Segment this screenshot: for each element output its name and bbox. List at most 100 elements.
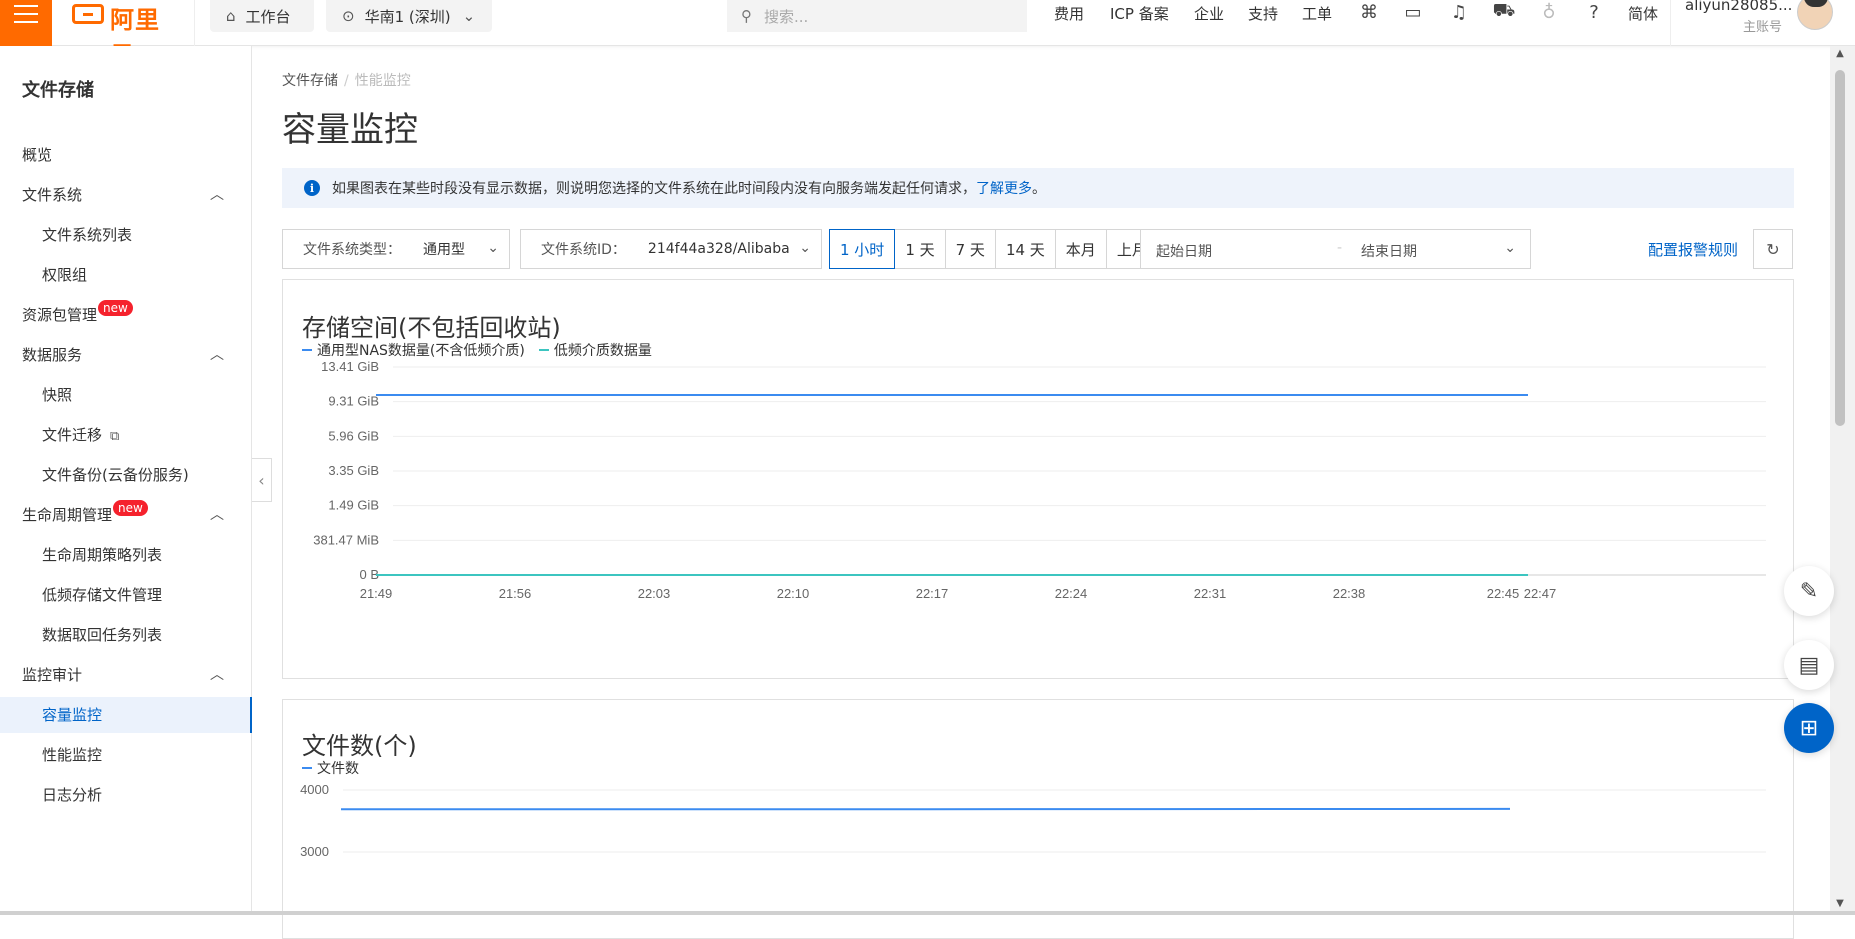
sidebar-group-lifecycle[interactable]: 生命周期管理new︿ xyxy=(0,497,252,533)
configure-alarm-link[interactable]: 配置报警规则 xyxy=(1648,239,1738,260)
breadcrumb-item[interactable]: 文件存储 xyxy=(282,73,338,89)
fs-id-value: 214f44a328/Alibaba xyxy=(648,241,790,257)
nav-link-support[interactable]: 支持 xyxy=(1248,3,1278,24)
y-tick-label: 9.31 GiB xyxy=(328,394,379,409)
file-count-chart-svg: 40003000 xyxy=(283,700,1793,938)
sidebar-group-data-service[interactable]: 数据服务 ︿ xyxy=(0,337,252,373)
api-icon[interactable]: ⌘ xyxy=(1358,1,1380,23)
time-range-group: 1 小时 1 天 7 天 14 天 本月 上月 xyxy=(830,229,1158,269)
user-account-menu[interactable]: aliyun28085... 主账号 xyxy=(1670,0,1855,46)
chevron-up-icon: ︿ xyxy=(210,497,224,533)
lightbulb-icon[interactable]: ♁ xyxy=(1538,1,1560,23)
breadcrumb: 文件存储 / 性能监控 xyxy=(282,70,411,90)
sidebar-item-data-retrieval-tasks[interactable]: 数据取回任务列表 xyxy=(0,617,252,653)
fs-type-select[interactable]: 文件系统类型： 通用型 ⌄ xyxy=(282,229,510,269)
logo-mark-icon xyxy=(72,4,104,24)
nav-link-enterprise[interactable]: 企业 xyxy=(1194,3,1224,24)
chat-icon: ▤ xyxy=(1799,653,1820,678)
workbench-button[interactable]: ⌂ 工作台 xyxy=(210,0,314,32)
sidebar-item-performance-monitoring[interactable]: 性能监控 xyxy=(0,737,252,773)
y-tick-label: 13.41 GiB xyxy=(321,359,379,374)
learn-more-link[interactable]: 了解更多 xyxy=(976,178,1032,198)
sidebar-item-label: 文件系统列表 xyxy=(42,226,132,244)
search-input[interactable]: ⚲ 搜索... xyxy=(727,0,1027,32)
user-name: aliyun28085... xyxy=(1685,0,1792,14)
edit-icon: ✎ xyxy=(1800,579,1818,604)
sidebar-item-snapshot[interactable]: 快照 xyxy=(0,377,252,413)
refresh-button[interactable]: ↻ xyxy=(1753,229,1793,269)
range-1h-button[interactable]: 1 小时 xyxy=(829,229,895,269)
x-tick-label: 22:47 xyxy=(1524,586,1557,601)
scroll-down-arrow[interactable]: ▼ xyxy=(1834,898,1846,909)
nav-link-ticket[interactable]: 工单 xyxy=(1302,3,1332,24)
chat-button[interactable]: ▤ xyxy=(1784,640,1834,690)
hamburger-menu-button[interactable] xyxy=(0,0,52,46)
sidebar-item-file-backup[interactable]: 文件备份(云备份服务) xyxy=(0,457,252,493)
nav-link-icp[interactable]: ICP 备案 xyxy=(1110,3,1169,24)
scrollbar-thumb[interactable] xyxy=(1835,70,1845,426)
end-date-input[interactable]: 结束日期 xyxy=(1361,241,1417,261)
sidebar-item-label: 数据服务 xyxy=(22,346,82,364)
sidebar-group-monitoring-audit[interactable]: 监控审计︿ xyxy=(0,657,252,693)
language-switch[interactable]: 简体 xyxy=(1628,3,1658,24)
fs-id-label: 文件系统ID： xyxy=(541,239,626,259)
chevron-up-icon: ︿ xyxy=(210,337,224,373)
x-tick-label: 22:45 xyxy=(1487,586,1520,601)
start-date-input[interactable]: 起始日期 xyxy=(1156,241,1212,261)
sidebar-item-permission-group[interactable]: 权限组 xyxy=(0,257,252,293)
workbench-label: 工作台 xyxy=(246,6,291,27)
sidebar-item-capacity-monitoring[interactable]: 容量监控 xyxy=(0,697,252,733)
sidebar-item-file-migration[interactable]: 文件迁移⧉ xyxy=(0,417,252,453)
page-title: 容量监控 xyxy=(282,102,418,151)
sidebar-item-file-system-list[interactable]: 文件系统列表 xyxy=(0,217,252,253)
scroll-up-arrow[interactable]: ▲ xyxy=(1834,48,1846,59)
sidebar-item-ia-file-management[interactable]: 低频存储文件管理 xyxy=(0,577,252,613)
sidebar-item-label: 生命周期策略列表 xyxy=(42,546,162,564)
refresh-icon: ↻ xyxy=(1766,240,1779,259)
divider xyxy=(194,0,195,46)
breadcrumb-current: 性能监控 xyxy=(355,73,411,89)
range-14d-button[interactable]: 14 天 xyxy=(995,229,1056,269)
aliyun-logo[interactable]: 阿里云 xyxy=(72,0,182,30)
region-label: 华南1 (深圳) xyxy=(365,6,451,27)
info-icon: i xyxy=(304,180,320,196)
sidebar-item-resource-package[interactable]: 资源包管理new xyxy=(0,297,252,333)
apps-grid-icon: ⊞ xyxy=(1800,716,1818,741)
info-notice: i 如果图表在某些时段没有显示数据，则说明您选择的文件系统在此时间段内没有向服务… xyxy=(282,168,1794,208)
apps-button[interactable]: ⊞ xyxy=(1784,703,1834,753)
sidebar-item-label: 生命周期管理 xyxy=(22,506,112,524)
sidebar-group-file-system[interactable]: 文件系统︿ xyxy=(0,177,252,213)
terminal-icon[interactable]: ▭ xyxy=(1402,1,1424,23)
x-tick-label: 22:03 xyxy=(638,586,671,601)
main-content: 文件存储 / 性能监控 容量监控 i 如果图表在某些时段没有显示数据，则说明您选择的… xyxy=(253,46,1830,915)
fs-id-select[interactable]: 文件系统ID： 214f44a328/Alibaba ⌄ xyxy=(520,229,822,269)
region-selector[interactable]: ⊙ 华南1 (深圳) ⌄ xyxy=(326,0,492,32)
sidebar-item-label: 日志分析 xyxy=(42,786,102,804)
sidebar-item-label: 数据取回任务列表 xyxy=(42,626,162,644)
x-tick-label: 22:31 xyxy=(1194,586,1227,601)
range-1d-button[interactable]: 1 天 xyxy=(894,229,945,269)
cart-icon[interactable]: ⛟ xyxy=(1493,1,1515,23)
y-tick-label: 5.96 GiB xyxy=(328,428,379,443)
sidebar-item-log-analysis[interactable]: 日志分析 xyxy=(0,777,252,813)
sidebar-item-label: 文件系统 xyxy=(22,186,82,204)
feedback-edit-button[interactable]: ✎ xyxy=(1784,566,1834,616)
nav-link-billing[interactable]: 费用 xyxy=(1054,3,1084,24)
sidebar-item-lifecycle-policy-list[interactable]: 生命周期策略列表 xyxy=(0,537,252,573)
avatar xyxy=(1797,0,1833,30)
sidebar-item-overview[interactable]: 概览 xyxy=(0,137,252,173)
bell-icon[interactable]: ♫ xyxy=(1448,1,1470,23)
x-tick-label: 21:56 xyxy=(499,586,532,601)
sidebar-item-label: 文件备份(云备份服务) xyxy=(42,466,189,484)
chevron-down-icon: ⌄ xyxy=(463,7,476,25)
sidebar-item-label: 资源包管理 xyxy=(22,306,97,324)
breadcrumb-separator: / xyxy=(344,73,349,89)
home-icon: ⌂ xyxy=(226,7,236,25)
range-7d-button[interactable]: 7 天 xyxy=(945,229,996,269)
top-navbar: 阿里云 ⌂ 工作台 ⊙ 华南1 (深圳) ⌄ ⚲ 搜索... 费用 ICP 备案… xyxy=(0,0,1855,46)
help-icon[interactable]: ? xyxy=(1583,1,1605,23)
x-tick-label: 22:17 xyxy=(916,586,949,601)
range-this-month-button[interactable]: 本月 xyxy=(1055,229,1107,269)
date-range-picker[interactable]: 起始日期 - 结束日期 ⌄ xyxy=(1140,229,1531,269)
storage-chart-svg: 13.41 GiB9.31 GiB5.96 GiB3.35 GiB1.49 Gi… xyxy=(283,280,1793,678)
